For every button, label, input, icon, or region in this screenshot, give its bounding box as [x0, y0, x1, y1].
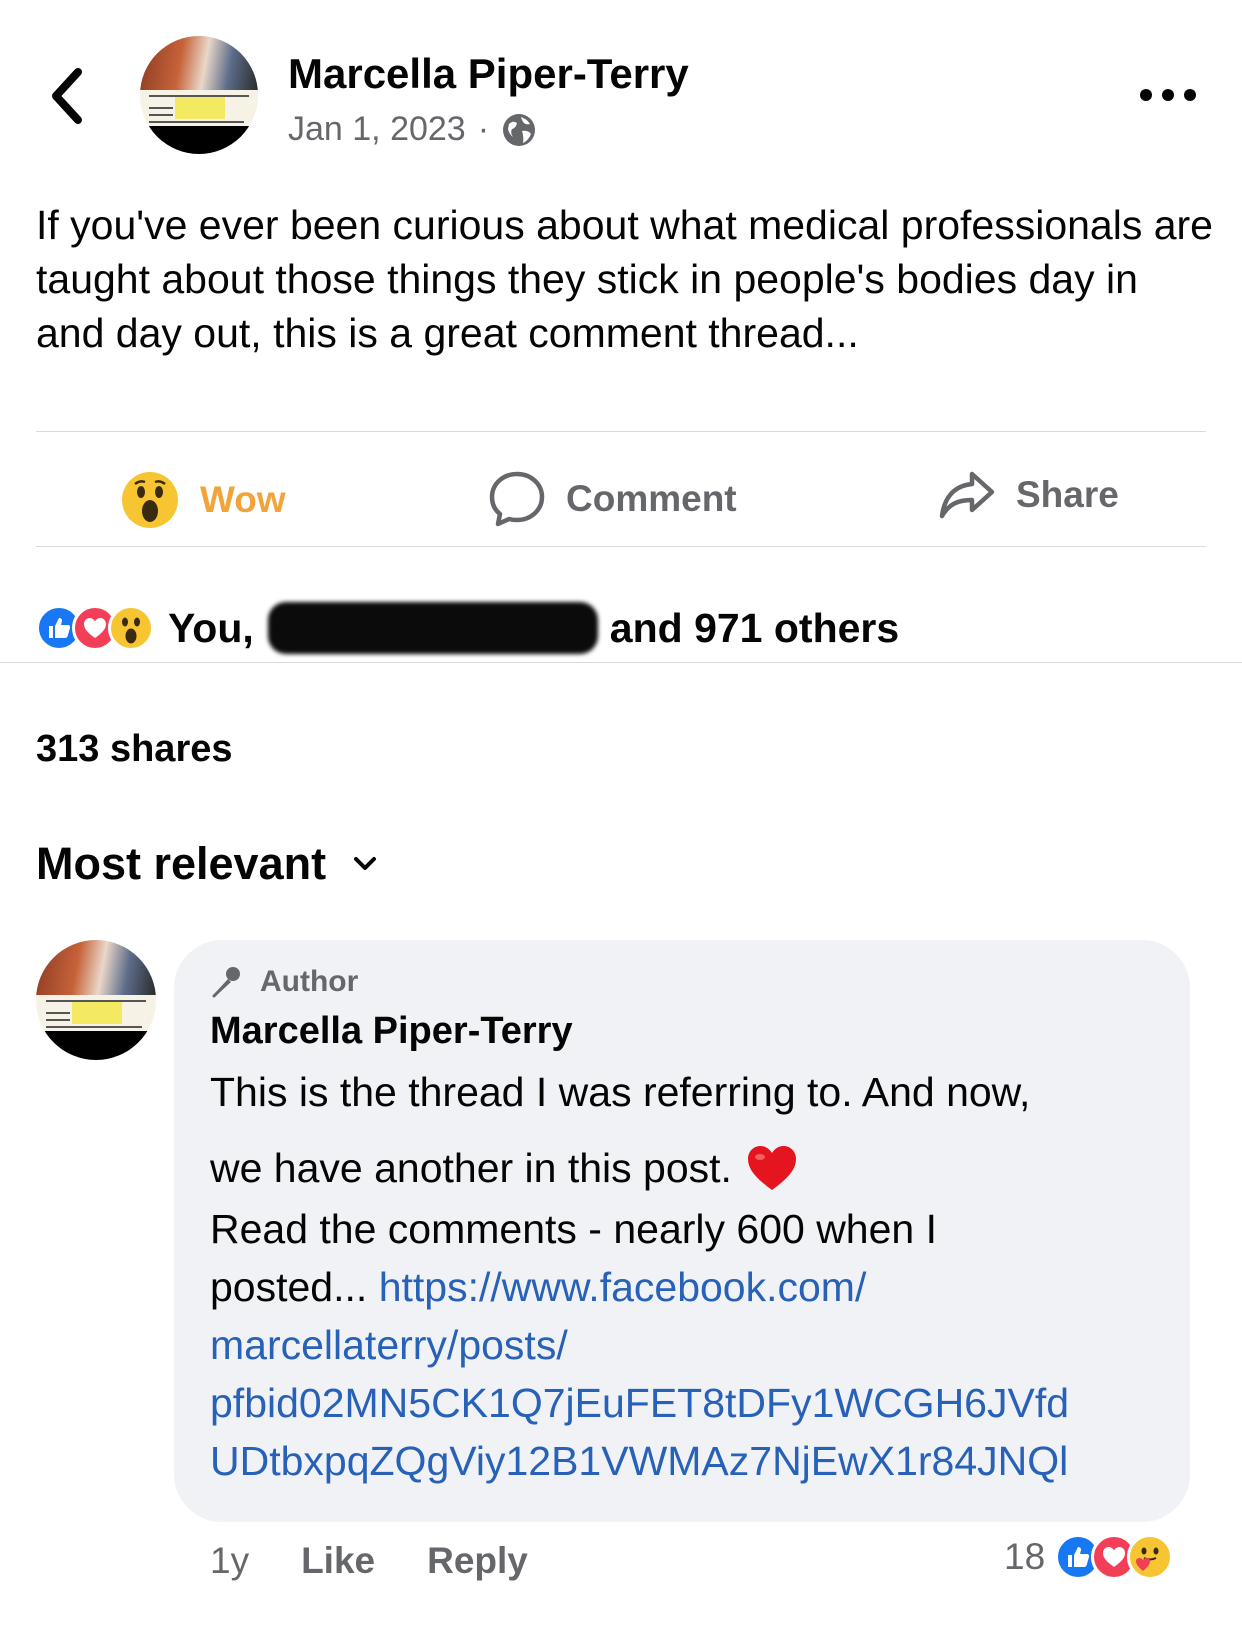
comment-like-button[interactable]: Like: [301, 1540, 375, 1582]
comment-link[interactable]: UDtbxpqZQgViy12B1VWMAz7NjEwX1r84JNQl: [210, 1432, 1170, 1490]
author-avatar[interactable]: [140, 36, 258, 154]
globe-icon: [503, 113, 536, 146]
reactors-text: You, and 971 others: [168, 602, 899, 654]
heart-emoji-icon: [747, 1146, 796, 1190]
shares-count[interactable]: 313 shares: [36, 728, 233, 771]
post-meta: Jan 1, 2023 ·: [288, 110, 537, 149]
comment-line: we have another in this post.: [210, 1136, 1170, 1200]
back-button[interactable]: [46, 64, 90, 128]
reactors-prefix: You,: [168, 604, 254, 651]
reaction-label: Wow: [200, 479, 286, 520]
wow-icon: [108, 605, 154, 651]
more-horizontal-icon: [1140, 89, 1152, 101]
author-badge-label: Author: [260, 965, 359, 998]
reaction-button[interactable]: Wow: [120, 470, 286, 530]
author-badge: Author: [210, 964, 358, 1000]
comment-line-text: we have another in this post.: [210, 1145, 732, 1191]
comment-label: Comment: [566, 478, 737, 519]
post-text: If you've ever been curious about what m…: [36, 202, 1213, 356]
comment-line: posted... https://www.facebook.com/: [210, 1258, 1170, 1316]
comment-line: Read the comments - nearly 600 when I: [210, 1206, 937, 1252]
redacted-names: [267, 602, 598, 654]
comment-link[interactable]: pfbid02MN5CK1Q7jEuFET8tDFy1WCGH6JVfd: [210, 1374, 1170, 1432]
comment-footer: 1y Like Reply: [210, 1540, 580, 1582]
reaction-icons: [36, 605, 154, 651]
more-options-button[interactable]: [1140, 80, 1196, 110]
comment-text: This is the thread I was referring to. A…: [210, 1064, 1170, 1490]
comment-sort-dropdown[interactable]: Most relevant: [36, 838, 378, 890]
comment-line-text: posted...: [210, 1264, 368, 1310]
chevron-down-icon: [354, 857, 377, 870]
reactors-suffix: and 971 others: [609, 604, 900, 651]
comment-time[interactable]: 1y: [210, 1540, 249, 1582]
divider: [36, 546, 1206, 547]
share-button[interactable]: Share: [938, 470, 1119, 520]
meta-separator: ·: [477, 110, 490, 148]
post-date[interactable]: Jan 1, 2023: [288, 110, 466, 149]
microphone-icon: [212, 967, 240, 998]
comment-reaction-count: 18: [1004, 1536, 1046, 1577]
divider: [0, 662, 1242, 663]
chevron-left-icon: [52, 68, 82, 124]
comment-reply-button[interactable]: Reply: [427, 1540, 528, 1582]
comment-line: This is the thread I was referring to. A…: [210, 1069, 1031, 1115]
comment-link[interactable]: marcellaterry/posts/: [210, 1316, 1170, 1374]
comment-link[interactable]: https://www.facebook.com/: [379, 1264, 867, 1310]
comment-reactions[interactable]: 18: [1004, 1534, 1174, 1580]
commenter-avatar[interactable]: [36, 940, 156, 1060]
comment-button[interactable]: Comment: [488, 470, 737, 528]
author-name[interactable]: Marcella Piper-Terry: [288, 50, 689, 98]
care-icon: [1127, 1534, 1174, 1580]
wow-icon: [122, 472, 178, 528]
share-icon: [939, 471, 995, 519]
share-label: Share: [1016, 474, 1119, 515]
commenter-name[interactable]: Marcella Piper-Terry: [210, 1010, 573, 1053]
reactions-summary[interactable]: You, and 971 others: [36, 602, 899, 654]
divider: [36, 431, 1206, 432]
comment-icon: [489, 471, 545, 527]
sort-label: Most relevant: [36, 838, 327, 889]
